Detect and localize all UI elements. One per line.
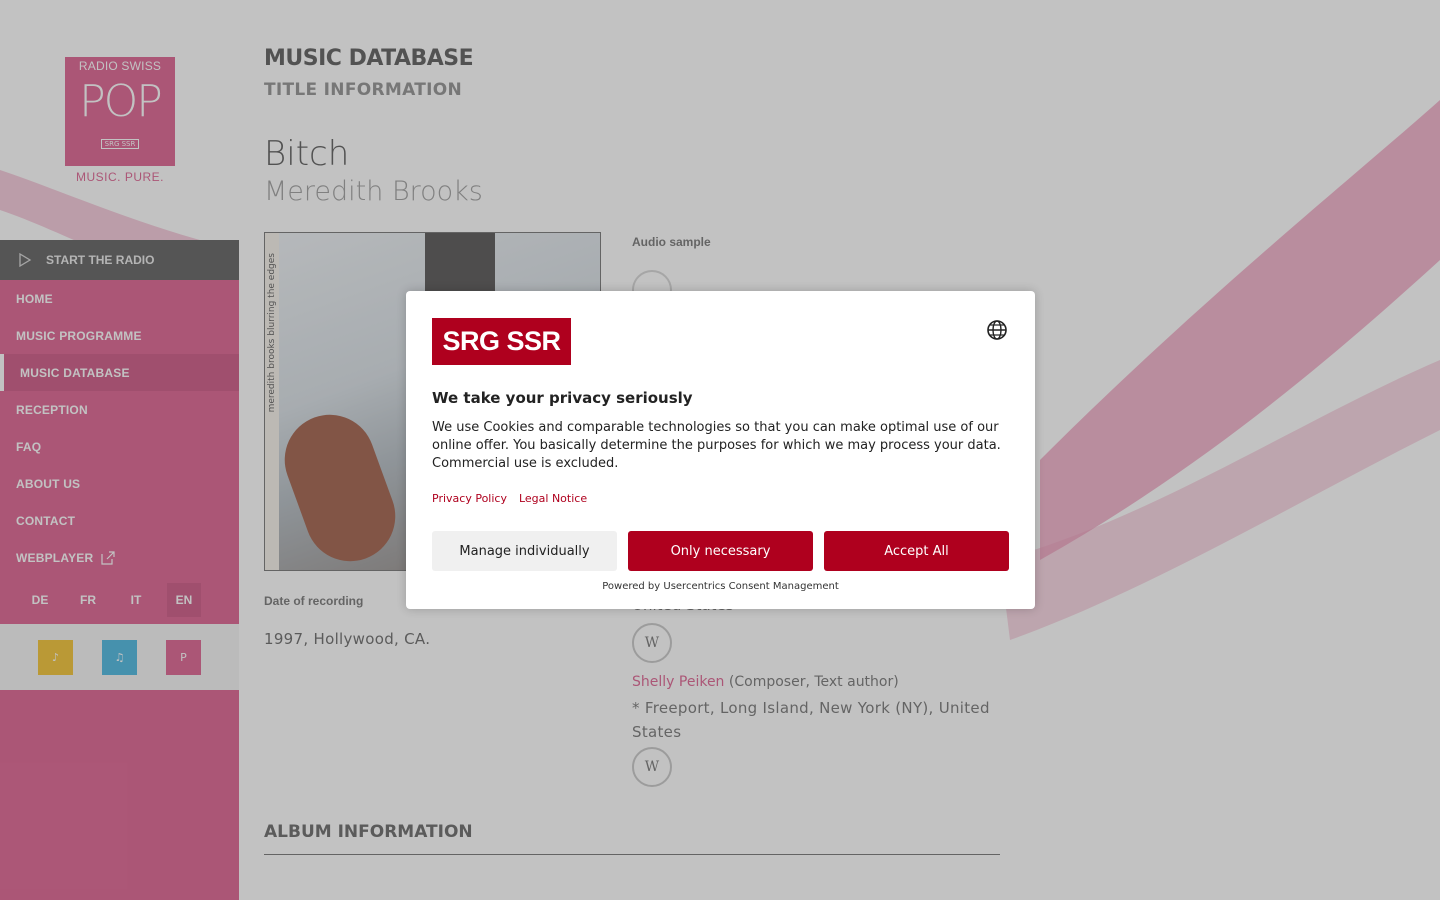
privacy-policy-link[interactable]: Privacy Policy xyxy=(432,492,507,505)
consent-title: We take your privacy seriously xyxy=(432,389,693,407)
consent-text: We use Cookies and comparable technologi… xyxy=(432,420,1001,471)
legal-notice-link[interactable]: Legal Notice xyxy=(519,492,587,505)
language-globe-icon[interactable] xyxy=(986,319,1008,341)
consent-dialog: SRG SSR We take your privacy seriously W… xyxy=(406,291,1035,609)
only-necessary-button[interactable]: Only necessary xyxy=(628,531,813,571)
manage-individually-button[interactable]: Manage individually xyxy=(432,531,617,571)
accept-all-button[interactable]: Accept All xyxy=(824,531,1009,571)
srg-ssr-logo: SRG SSR xyxy=(432,318,571,365)
consent-links: Privacy Policy Legal Notice xyxy=(432,492,587,505)
powered-by-text: Powered by Usercentrics Consent Manageme… xyxy=(602,581,839,592)
